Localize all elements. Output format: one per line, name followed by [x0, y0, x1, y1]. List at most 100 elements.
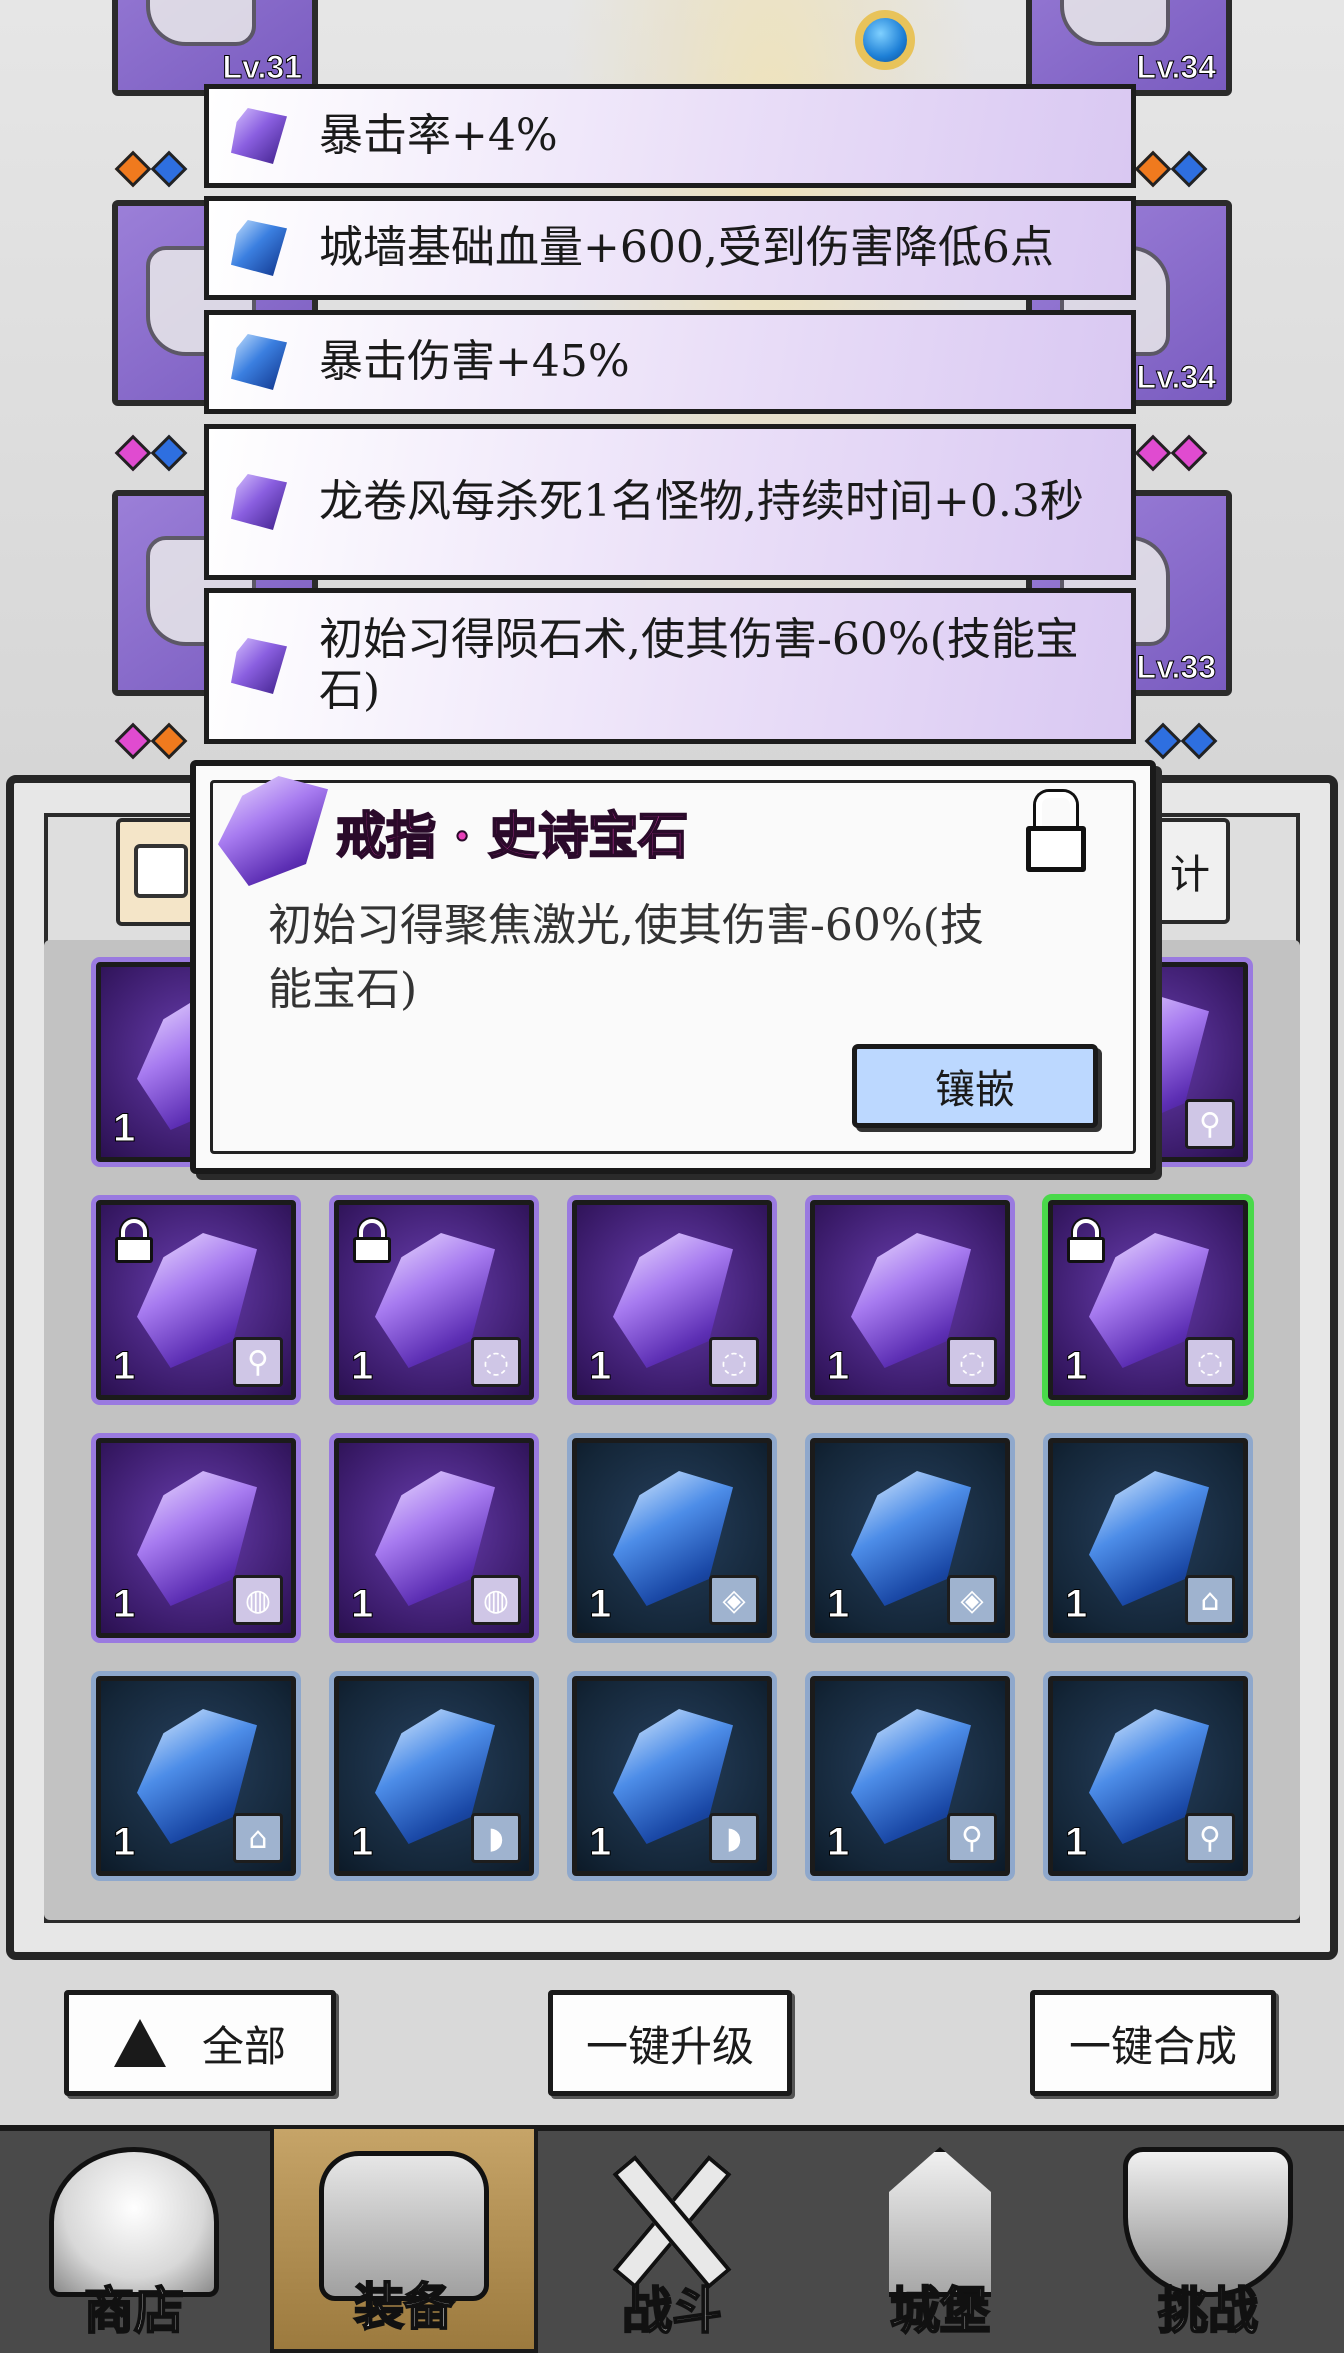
stat-text: 龙卷风每杀死1名怪物,持续时间+0.3秒: [319, 475, 1084, 527]
socket-diamond: [1134, 434, 1172, 472]
socket-diamond: [1134, 150, 1172, 188]
boots-slot-icon: ◗: [471, 1813, 521, 1863]
nav-label: 城堡: [889, 2280, 991, 2341]
stat-row: 初始习得陨石术,使其伤害-60%(技能宝石): [204, 588, 1136, 744]
socket-diamond: [1170, 150, 1208, 188]
weapon-icon: [1060, 0, 1170, 46]
stat-row: 城墙基础血量+600,受到伤害降低6点: [204, 196, 1136, 300]
filter-all-button[interactable]: 全部: [64, 1990, 336, 2096]
gem-quantity: 1: [588, 1582, 612, 1627]
gem-quantity: 1: [826, 1344, 850, 1389]
gem-quantity: 1: [826, 1582, 850, 1627]
popup-description: 初始习得聚焦激光,使其伤害-60%(技能宝石): [268, 900, 984, 1015]
gem-cell[interactable]: 1 ◗: [334, 1676, 534, 1876]
equip-slot-left-1[interactable]: Lv.31: [112, 0, 318, 96]
gem-cell[interactable]: 1 ◌: [1048, 1200, 1248, 1400]
lock-icon[interactable]: [1026, 792, 1086, 872]
equip-slot-right-1[interactable]: Lv.34: [1026, 0, 1232, 96]
weapon-slot-icon: ⚲: [1185, 1099, 1235, 1149]
equip-level: Lv.31: [222, 49, 302, 86]
stat-text: 城墙基础血量+600,受到伤害降低6点: [319, 221, 1054, 273]
gem-cell[interactable]: 1 ◍: [334, 1438, 534, 1638]
equip-level: Lv.34: [1136, 359, 1216, 396]
gem-quantity: 1: [112, 1582, 136, 1627]
gem-cell[interactable]: 1 ◍: [96, 1438, 296, 1638]
caret-up-icon: [113, 2019, 166, 2067]
socket-diamond: [114, 150, 152, 188]
socket-diamond: [150, 722, 188, 760]
nav-castle[interactable]: 城堡: [806, 2125, 1074, 2353]
filter-tab-right[interactable]: 计: [1150, 818, 1230, 924]
filter-tab-label: 计: [1170, 852, 1210, 898]
socket-diamond: [150, 434, 188, 472]
stat-row: 暴击伤害+45%: [204, 310, 1136, 414]
boots-slot-icon: ◗: [709, 1813, 759, 1863]
nav-shop[interactable]: 商店: [0, 2125, 268, 2353]
ring-slot-icon: ◌: [1185, 1337, 1235, 1387]
weapon-slot-icon: ⚲: [233, 1337, 283, 1387]
lock-icon: [353, 1219, 391, 1263]
stat-row: 暴击率+4%: [204, 84, 1136, 188]
filter-all-label: 全部: [201, 2021, 286, 2071]
weapon-slot-icon: ⚲: [947, 1813, 997, 1863]
gem-cell[interactable]: 1 ⌂: [96, 1676, 296, 1876]
stat-text: 暴击伤害+45%: [319, 335, 630, 387]
upgrade-all-button[interactable]: 一键升级: [548, 1990, 792, 2096]
embed-button[interactable]: 镶嵌: [852, 1044, 1098, 1128]
purple-gem-icon: [231, 474, 287, 530]
stat-text: 初始习得陨石术,使其伤害-60%(技能宝石): [319, 614, 1079, 716]
gem-quantity: 1: [826, 1820, 850, 1865]
gem-detail-popup: 戒指 · 史诗宝石 初始习得聚焦激光,使其伤害-60%(技能宝石) 镶嵌: [190, 760, 1156, 1174]
socket-diamond: [114, 434, 152, 472]
equip-level: Lv.34: [1136, 49, 1216, 86]
nav-challenge[interactable]: 挑战: [1074, 2125, 1342, 2353]
armor-slot-icon: ◈: [947, 1575, 997, 1625]
socket-row: [1134, 150, 1208, 188]
nav-battle[interactable]: 战斗: [538, 2125, 806, 2353]
gem-cell[interactable]: 1 ◗: [572, 1676, 772, 1876]
gem-quantity: 1: [112, 1820, 136, 1865]
gem-quantity: 1: [112, 1344, 136, 1389]
gem-cell[interactable]: 1 ◈: [572, 1438, 772, 1638]
gem-cell[interactable]: 1⚲: [96, 1200, 296, 1400]
nav-equipment[interactable]: 装备: [270, 2125, 538, 2353]
popup-title: 戒指 · 史诗宝石: [335, 805, 689, 866]
necklace-slot-icon: ◍: [233, 1575, 283, 1625]
socket-diamond: [1144, 722, 1182, 760]
socket-row: [1134, 434, 1208, 472]
gem-cell[interactable]: 1⚲: [810, 1676, 1010, 1876]
socket-row: [1144, 722, 1218, 760]
purple-gem-icon: [231, 638, 287, 694]
gem-cell[interactable]: 1 ⌂: [1048, 1438, 1248, 1638]
gem-cell[interactable]: 1 ◌: [572, 1200, 772, 1400]
nav-label: 商店: [83, 2280, 185, 2341]
gem-cell[interactable]: 1 ◈: [810, 1438, 1010, 1638]
socket-diamond: [114, 722, 152, 760]
equip-level: Lv.33: [1136, 649, 1216, 686]
gem-quantity: 1: [1064, 1820, 1088, 1865]
blue-gem-icon: [231, 220, 287, 276]
socket-row: [114, 434, 188, 472]
socket-diamond: [1170, 434, 1208, 472]
upgrade-all-label: 一键升级: [585, 2021, 754, 2071]
necklace-slot-icon: ◍: [471, 1575, 521, 1625]
socket-diamond: [150, 150, 188, 188]
nav-label: 挑战: [1157, 2280, 1259, 2341]
gem-quantity: 1: [350, 1820, 374, 1865]
ring-slot-icon: ◌: [709, 1337, 759, 1387]
lock-icon: [115, 1219, 153, 1263]
merge-all-button[interactable]: 一键合成: [1030, 1990, 1276, 2096]
cloak-slot-icon: ⌂: [1185, 1575, 1235, 1625]
blue-gem-icon: [231, 334, 287, 390]
cloak-slot-icon: ⌂: [233, 1813, 283, 1863]
purple-gem-icon: [231, 108, 287, 164]
ring-slot-icon: ◌: [947, 1337, 997, 1387]
gem-cell[interactable]: 1 ◌: [334, 1200, 534, 1400]
gem-quantity: 1: [588, 1344, 612, 1389]
gem-quantity: 1: [350, 1344, 374, 1389]
socket-diamond: [1180, 722, 1218, 760]
gem-quantity: 1: [112, 1106, 136, 1151]
gem-cell[interactable]: 1⚲: [1048, 1676, 1248, 1876]
gem-cell[interactable]: 1 ◌: [810, 1200, 1010, 1400]
socket-row: [114, 722, 188, 760]
